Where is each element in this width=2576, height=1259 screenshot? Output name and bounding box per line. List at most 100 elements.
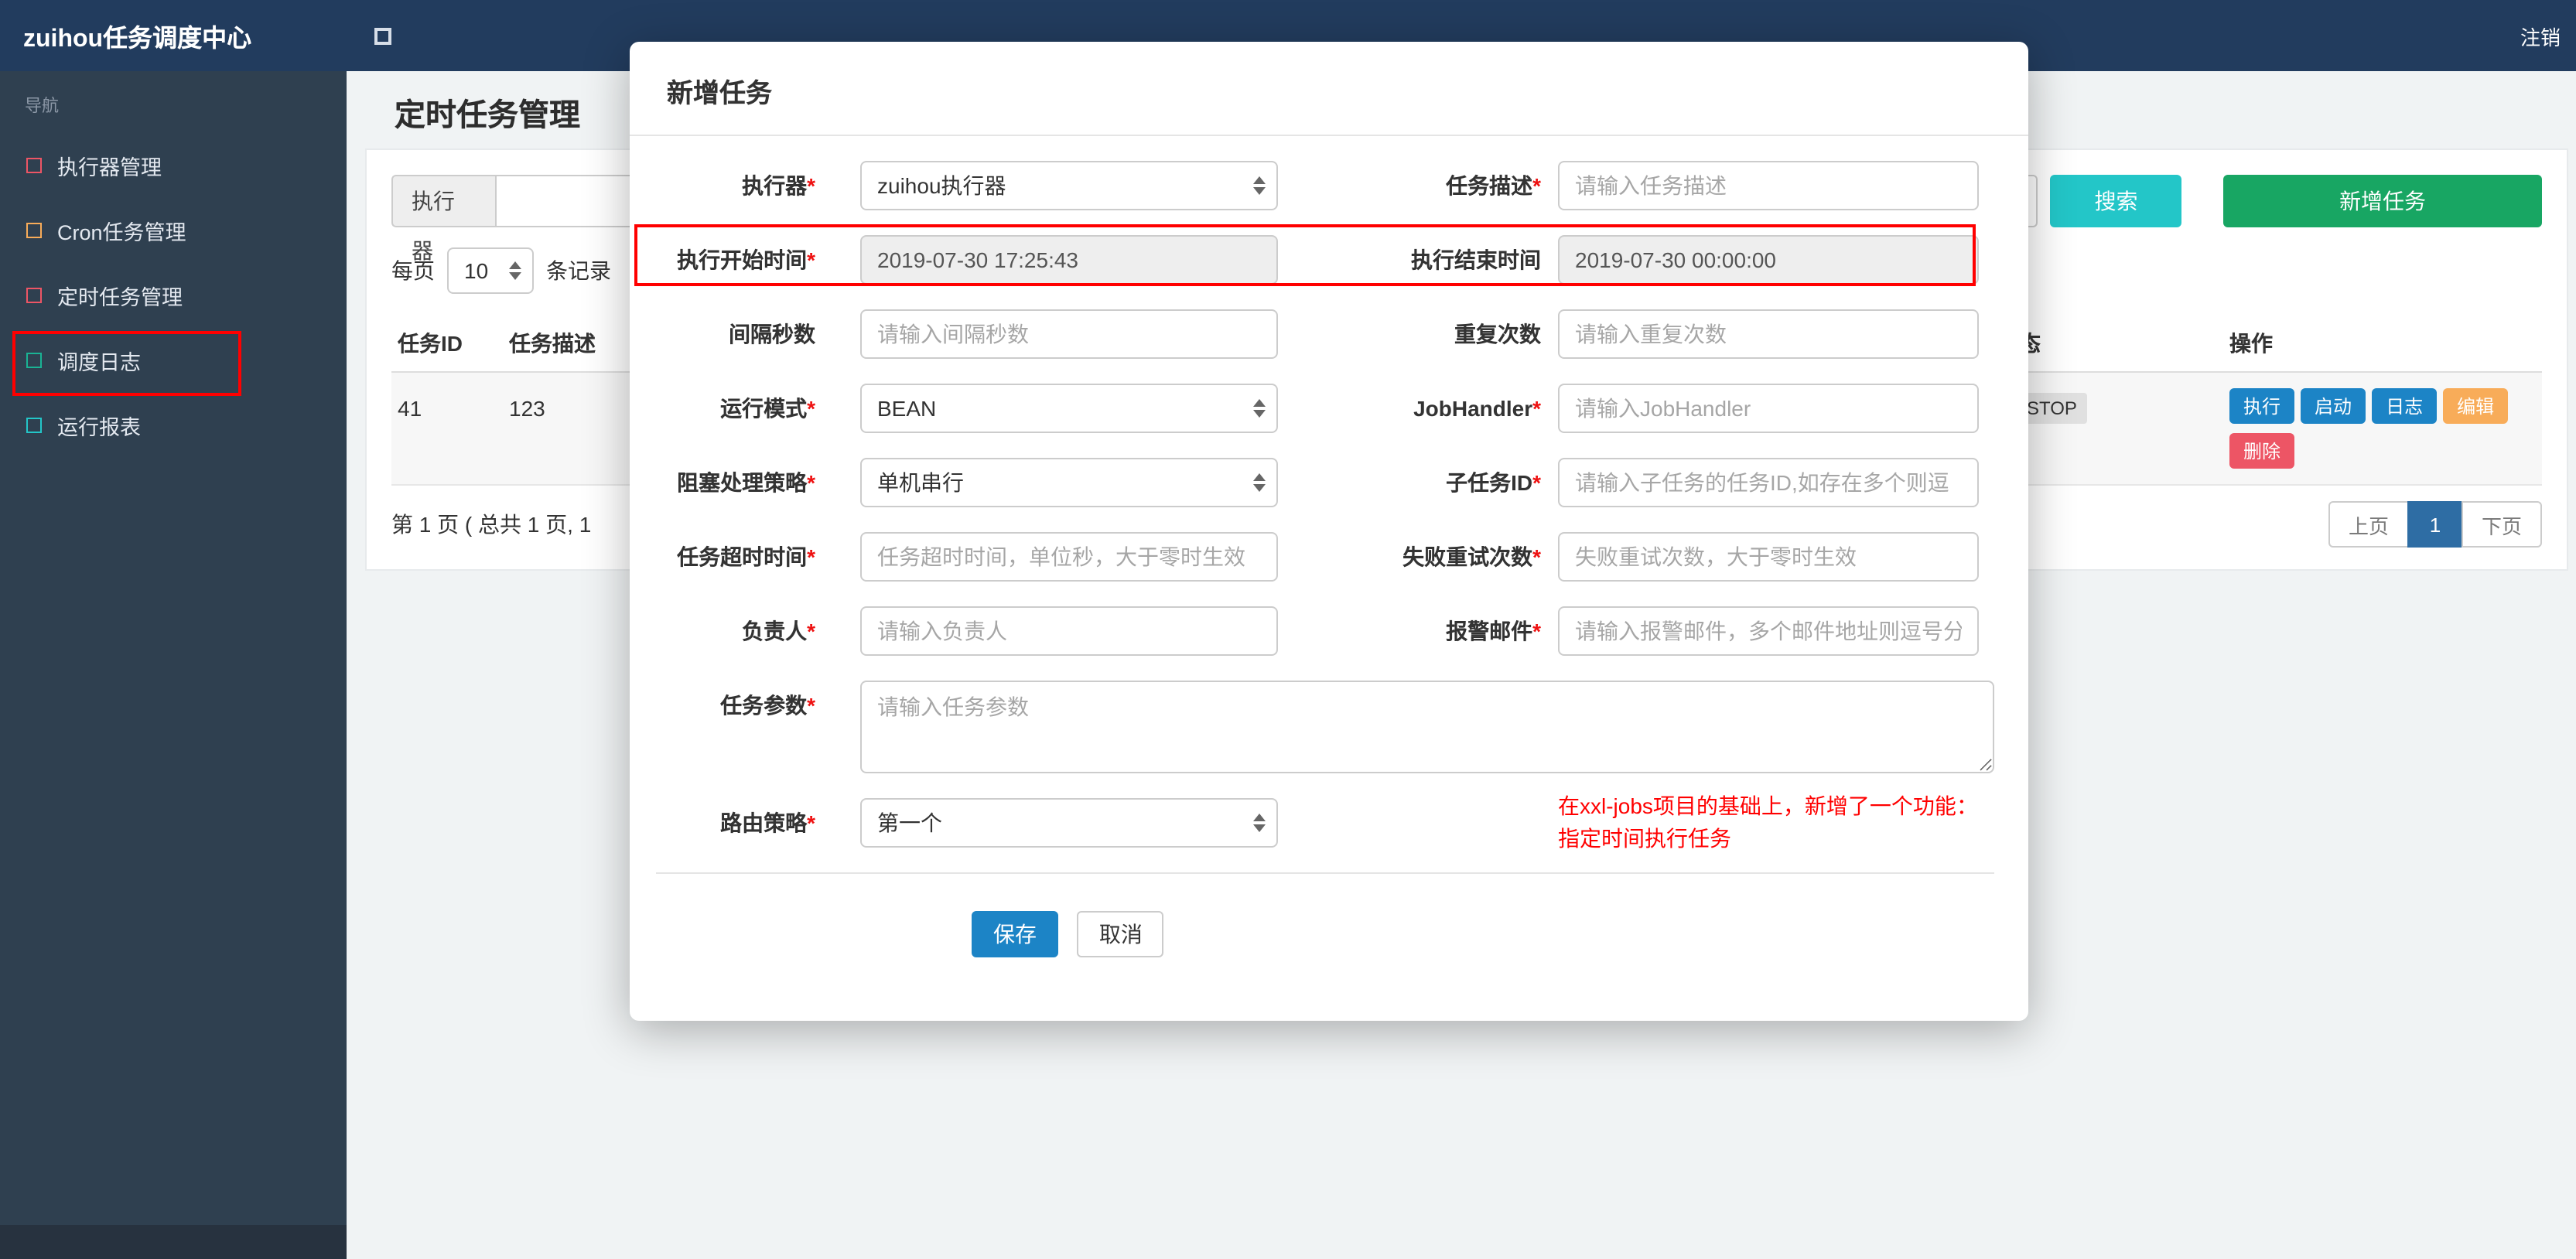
child-task-id-input[interactable]: [1558, 458, 1979, 507]
per-page-prefix: 每页: [391, 258, 435, 283]
form-row: 任务参数*: [656, 681, 1994, 773]
required-asterisk: *: [807, 396, 815, 421]
form-row: 运行模式* BEAN JobHandler*: [656, 384, 1994, 433]
header-task-id: 任务ID: [398, 330, 463, 355]
modal-body: 执行器* zuihou执行器 任务描述* 执行开始时间* 执行结束时间: [630, 136, 2028, 957]
timeout-input[interactable]: [860, 532, 1278, 582]
executor-select-value: zuihou执行器: [877, 173, 1006, 198]
label-task-params: 任务参数*: [656, 681, 815, 721]
label-jobhandler: JobHandler*: [1278, 396, 1558, 421]
caret-down-icon: [1253, 824, 1266, 832]
label-timeout: 任务超时时间*: [656, 541, 815, 572]
sidebar-nav-label: 导航: [25, 97, 59, 116]
feature-note-line1: 在xxl-jobs项目的基础上，新增了一个功能：: [1558, 793, 1978, 818]
cancel-button[interactable]: 取消: [1077, 911, 1164, 957]
label-owner: 负责人*: [656, 616, 815, 647]
required-asterisk: *: [1532, 396, 1541, 421]
sidebar-collapse-icon[interactable]: [374, 27, 391, 44]
log-button[interactable]: 日志: [2372, 388, 2438, 424]
required-asterisk: *: [1532, 173, 1541, 198]
required-asterisk: *: [807, 470, 815, 495]
label-text: 任务参数: [720, 693, 808, 718]
logout-link[interactable]: 注销: [2520, 21, 2561, 50]
start-button[interactable]: 启动: [2301, 388, 2366, 424]
label-text: 运行模式: [720, 396, 808, 421]
per-page-select-value: 10: [464, 258, 489, 283]
chevron-updown-icon: [1253, 814, 1266, 832]
owner-input[interactable]: [860, 606, 1278, 656]
block-strategy-select[interactable]: 单机串行: [860, 458, 1278, 507]
sidebar-item-label: 定时任务管理: [57, 286, 183, 309]
form-row: 执行器* zuihou执行器 任务描述*: [656, 161, 1994, 210]
required-asterisk: *: [807, 693, 815, 718]
route-strategy-select[interactable]: 第一个: [860, 798, 1278, 848]
label-text: 执行器: [742, 173, 808, 198]
per-page-select[interactable]: 10: [447, 247, 534, 294]
label-block-strategy: 阻塞处理策略*: [656, 467, 815, 498]
header-status: 状态: [1997, 327, 2229, 358]
label-text: 阻塞处理策略: [677, 470, 808, 495]
sidebar-item-cron-task[interactable]: Cron任务管理: [0, 198, 347, 263]
label-text: 重复次数: [1454, 322, 1541, 346]
jobhandler-input[interactable]: [1558, 384, 1979, 433]
sidebar-item-label: 运行报表: [57, 416, 141, 439]
save-button[interactable]: 保存: [972, 911, 1058, 957]
cell-operations: 执行 启动 日志 编辑删除: [2229, 388, 2542, 478]
task-desc-input[interactable]: [1558, 161, 1979, 210]
app-viewport: zuihou任务调度中心 注销 导航 执行器管理 Cron任务管理 定时任务管理…: [0, 0, 2576, 1259]
task-params-textarea[interactable]: [860, 681, 1994, 773]
sidebar-item-executor-manage[interactable]: 执行器管理: [0, 133, 347, 198]
block-strategy-select-value: 单机串行: [877, 470, 964, 495]
label-text: 路由策略: [720, 810, 808, 835]
required-asterisk: *: [807, 544, 815, 569]
executor-select[interactable]: zuihou执行器: [860, 161, 1278, 210]
required-asterisk: *: [807, 619, 815, 643]
interval-seconds-input[interactable]: [860, 309, 1278, 359]
app-brand: zuihou任务调度中心: [23, 26, 252, 53]
executor-filter-label: 执行器: [391, 175, 495, 263]
add-task-modal: 新增任务 执行器* zuihou执行器 任务描述* 执行开始时间* 执行结束时间: [630, 42, 2028, 1021]
delete-button[interactable]: 删除: [2229, 433, 2295, 469]
end-time-input[interactable]: [1558, 235, 1979, 285]
caret-up-icon: [1253, 176, 1266, 184]
start-time-input[interactable]: [860, 235, 1278, 285]
label-child-task-id: 子任务ID*: [1278, 467, 1558, 498]
execute-button[interactable]: 执行: [2229, 388, 2295, 424]
run-mode-select[interactable]: BEAN: [860, 384, 1278, 433]
next-page-button[interactable]: 下页: [2462, 501, 2542, 548]
label-text: 任务描述: [1446, 173, 1533, 198]
sidebar-footer-strip: [0, 1225, 347, 1259]
required-asterisk: *: [1532, 619, 1541, 643]
label-route-strategy: 路由策略*: [656, 807, 815, 838]
square-green-icon: [26, 353, 42, 368]
label-text: 报警邮件: [1446, 619, 1533, 643]
label-repeat-count: 重复次数: [1278, 319, 1558, 350]
run-mode-select-value: BEAN: [877, 396, 937, 421]
alarm-email-input[interactable]: [1558, 606, 1979, 656]
form-row: 负责人* 报警邮件*: [656, 606, 1994, 656]
sidebar-item-run-report[interactable]: 运行报表: [0, 393, 347, 458]
required-asterisk: *: [1532, 544, 1541, 569]
caret-up-icon: [1253, 473, 1266, 481]
label-executor: 执行器*: [656, 170, 815, 201]
repeat-count-input[interactable]: [1558, 309, 1979, 359]
page-1-button[interactable]: 1: [2407, 501, 2463, 548]
form-row: 路由策略* 第一个 在xxl-jobs项目的基础上，新增了一个功能： 指定时间执…: [656, 793, 1994, 851]
required-asterisk: *: [807, 810, 815, 835]
cell-task-id: 41: [398, 396, 422, 421]
chevron-updown-icon: [1253, 176, 1266, 195]
caret-up-icon: [1253, 399, 1266, 407]
search-button[interactable]: 搜索: [2050, 175, 2182, 227]
label-text: JobHandler: [1413, 396, 1533, 421]
sidebar-item-timed-task[interactable]: 定时任务管理: [0, 263, 347, 328]
add-task-button[interactable]: 新增任务: [2223, 175, 2542, 227]
label-text: 任务超时时间: [677, 544, 808, 569]
edit-button[interactable]: 编辑: [2443, 388, 2509, 424]
label-text: 子任务ID: [1446, 470, 1533, 495]
retry-count-input[interactable]: [1558, 532, 1979, 582]
header-operations: 操作: [2229, 330, 2273, 355]
label-end-time: 执行结束时间: [1278, 244, 1558, 275]
sidebar-item-schedule-log[interactable]: 调度日志: [0, 328, 347, 393]
form-row: 间隔秒数 重复次数: [656, 309, 1994, 359]
prev-page-button[interactable]: 上页: [2328, 501, 2409, 548]
